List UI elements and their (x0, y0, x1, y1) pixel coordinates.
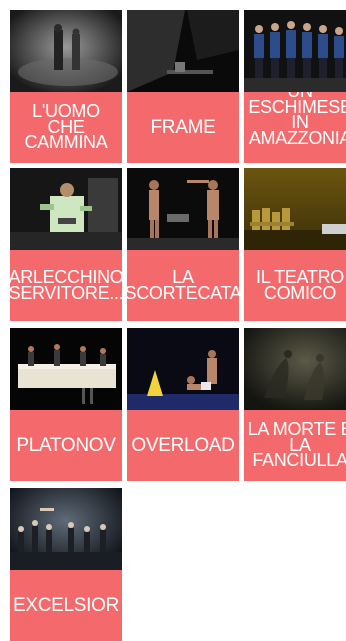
show-card-arlecchino-servitore[interactable]: ARLECCHINO SERVITORE... (10, 168, 122, 321)
show-card-overload[interactable]: OVERLOAD (127, 328, 239, 481)
stage-photo-image (244, 168, 346, 250)
show-title[interactable]: UN ESCHIMESE IN AMAZZONIA (244, 92, 346, 163)
show-card-la-scortecata[interactable]: LA SCORTECATA (127, 168, 239, 321)
stage-photo-image (244, 328, 346, 410)
show-title[interactable]: ARLECCHINO SERVITORE... (10, 250, 122, 321)
show-title[interactable]: LA MORTE E LA FANCIULLA (244, 410, 346, 481)
show-title-text: UN ESCHIMESE IN AMAZZONIA (248, 92, 346, 148)
show-thumbnail[interactable] (244, 10, 346, 92)
stage-photo-image (10, 328, 122, 410)
show-card-excelsior[interactable]: EXCELSIOR (10, 488, 122, 641)
show-thumbnail[interactable] (244, 328, 346, 410)
show-title[interactable]: OVERLOAD (127, 410, 239, 481)
stage-photo-image (10, 488, 122, 570)
show-thumbnail[interactable] (10, 488, 122, 570)
stage-photo-image (127, 10, 239, 92)
show-title[interactable]: FRAME (127, 92, 239, 163)
show-card-la-morte-e-la-fanciulla[interactable]: LA MORTE E LA FANCIULLA (244, 328, 346, 481)
show-title[interactable]: LA SCORTECATA (127, 250, 239, 321)
show-thumbnail[interactable] (127, 328, 239, 410)
show-card-frame[interactable]: FRAME (127, 10, 239, 163)
show-title[interactable]: L'UOMO CHE CAMMINA (10, 92, 122, 163)
show-thumbnail[interactable] (10, 328, 122, 410)
show-card-platonov[interactable]: PLATONOV (10, 328, 122, 481)
show-card-un-eschimese-in-amazzonia[interactable]: UN ESCHIMESE IN AMAZZONIA (244, 10, 346, 163)
show-thumbnail[interactable] (10, 10, 122, 92)
stage-photo-image (10, 10, 122, 92)
stage-photo-image (244, 10, 346, 92)
stage-photo-image (127, 328, 239, 410)
stage-photo-image (10, 168, 122, 250)
show-card-luomo-che-cammina[interactable]: L'UOMO CHE CAMMINA (10, 10, 122, 163)
show-title[interactable]: PLATONOV (10, 410, 122, 481)
show-card-il-teatro-comico[interactable]: IL TEATRO COMICO (244, 168, 346, 321)
show-thumbnail[interactable] (244, 168, 346, 250)
show-thumbnail[interactable] (127, 168, 239, 250)
show-thumbnail[interactable] (10, 168, 122, 250)
show-title[interactable]: IL TEATRO COMICO (244, 250, 346, 321)
show-title[interactable]: EXCELSIOR (10, 570, 122, 641)
show-grid: L'UOMO CHE CAMMINA FRAME ESCHIMESE IN AM… (0, 0, 346, 641)
show-thumbnail[interactable] (127, 10, 239, 92)
stage-photo-image (127, 168, 239, 250)
